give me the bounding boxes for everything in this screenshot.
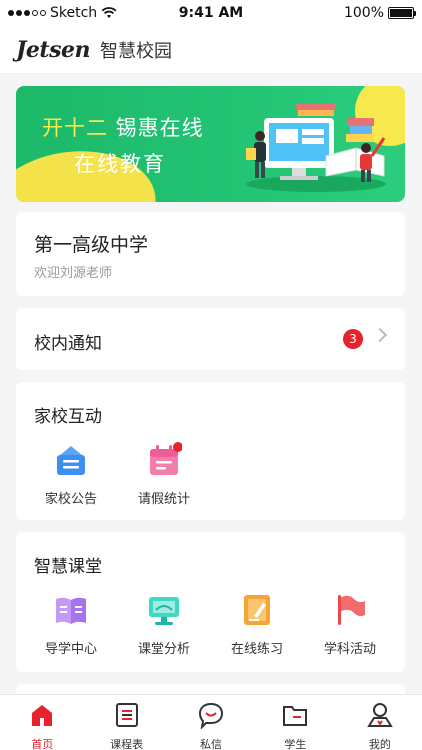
- flag-icon: [332, 592, 368, 628]
- education-illustration-icon: [246, 104, 386, 192]
- home-icon: [32, 705, 53, 726]
- schedule-icon: [115, 703, 138, 727]
- message-icon: [199, 702, 224, 730]
- item-label: 课堂分析: [137, 642, 190, 657]
- tab-students[interactable]: 学生: [253, 695, 337, 750]
- bottom-tab-bar: 首页 课程表 私信 学生 我的: [0, 694, 422, 750]
- item-label: 家校公告: [44, 492, 97, 507]
- notice-count-badge: 3: [343, 329, 363, 349]
- tab-label: 首页: [31, 738, 54, 750]
- signal-strength-icon: [8, 10, 46, 16]
- school-card[interactable]: 第一高级中学 欢迎刘源老师: [16, 212, 405, 296]
- school-notice-row[interactable]: 校内通知 3: [16, 308, 405, 370]
- carrier-name: Sketch: [50, 5, 98, 21]
- item-label: 导学中心: [44, 642, 97, 657]
- home-school-announcement-button[interactable]: 家校公告: [31, 442, 111, 507]
- folder-icon: [283, 706, 308, 726]
- class-analysis-button[interactable]: 课堂分析: [124, 592, 204, 657]
- book-icon: [53, 592, 89, 628]
- tab-messages[interactable]: 私信: [169, 695, 253, 750]
- banner-subtitle: 在线教育: [74, 152, 166, 176]
- banner-headline: 开十二 锡惠在线: [42, 116, 204, 140]
- pencil-notebook-icon: [239, 592, 275, 628]
- chevron-right-icon: [372, 327, 388, 343]
- wifi-icon: [101, 7, 117, 18]
- subject-activity-button[interactable]: 学科活动: [310, 592, 390, 657]
- study-guide-center-button[interactable]: 导学中心: [31, 592, 111, 657]
- app-header: Jetsen 智慧校园: [0, 26, 422, 74]
- tab-home[interactable]: 首页: [0, 695, 84, 750]
- announcement-icon: [53, 442, 89, 478]
- tab-profile[interactable]: 我的: [338, 695, 422, 750]
- profile-icon: [367, 703, 393, 727]
- school-name: 第一高级中学: [34, 234, 149, 256]
- online-practice-button[interactable]: 在线练习: [217, 592, 297, 657]
- leave-statistics-button[interactable]: 请假统计: [124, 442, 204, 507]
- tab-schedule[interactable]: 课程表: [84, 695, 168, 750]
- tab-label: 学生: [284, 738, 307, 750]
- section-title: 家校互动: [34, 407, 102, 427]
- smart-classroom-section: 智慧课堂 导学中心 课堂分析 在线练习 学科活动: [16, 532, 405, 672]
- item-label: 请假统计: [137, 492, 190, 507]
- section-title: 智慧课堂: [34, 557, 102, 577]
- app-title: 智慧校园: [99, 40, 172, 62]
- tab-label: 私信: [200, 738, 223, 750]
- brand-logo: Jetsen: [16, 36, 90, 63]
- item-label: 在线练习: [230, 642, 283, 657]
- battery-percent: 100%: [343, 5, 384, 21]
- tab-label: 课程表: [110, 738, 144, 750]
- promo-banner[interactable]: 开十二 锡惠在线 在线教育: [16, 86, 405, 202]
- status-time: 9:41 AM: [178, 5, 244, 21]
- welcome-text: 欢迎刘源老师: [34, 266, 113, 281]
- tab-label: 我的: [368, 738, 391, 750]
- home-school-section: 家校互动 家校公告 请假统计: [16, 382, 405, 520]
- leave-calendar-icon: [146, 442, 183, 478]
- monitor-icon: [146, 592, 182, 628]
- item-label: 学科活动: [323, 642, 376, 657]
- battery-icon: [388, 7, 416, 19]
- notice-title: 校内通知: [34, 334, 102, 354]
- status-bar: Sketch 9:41 AM 100%: [0, 0, 422, 26]
